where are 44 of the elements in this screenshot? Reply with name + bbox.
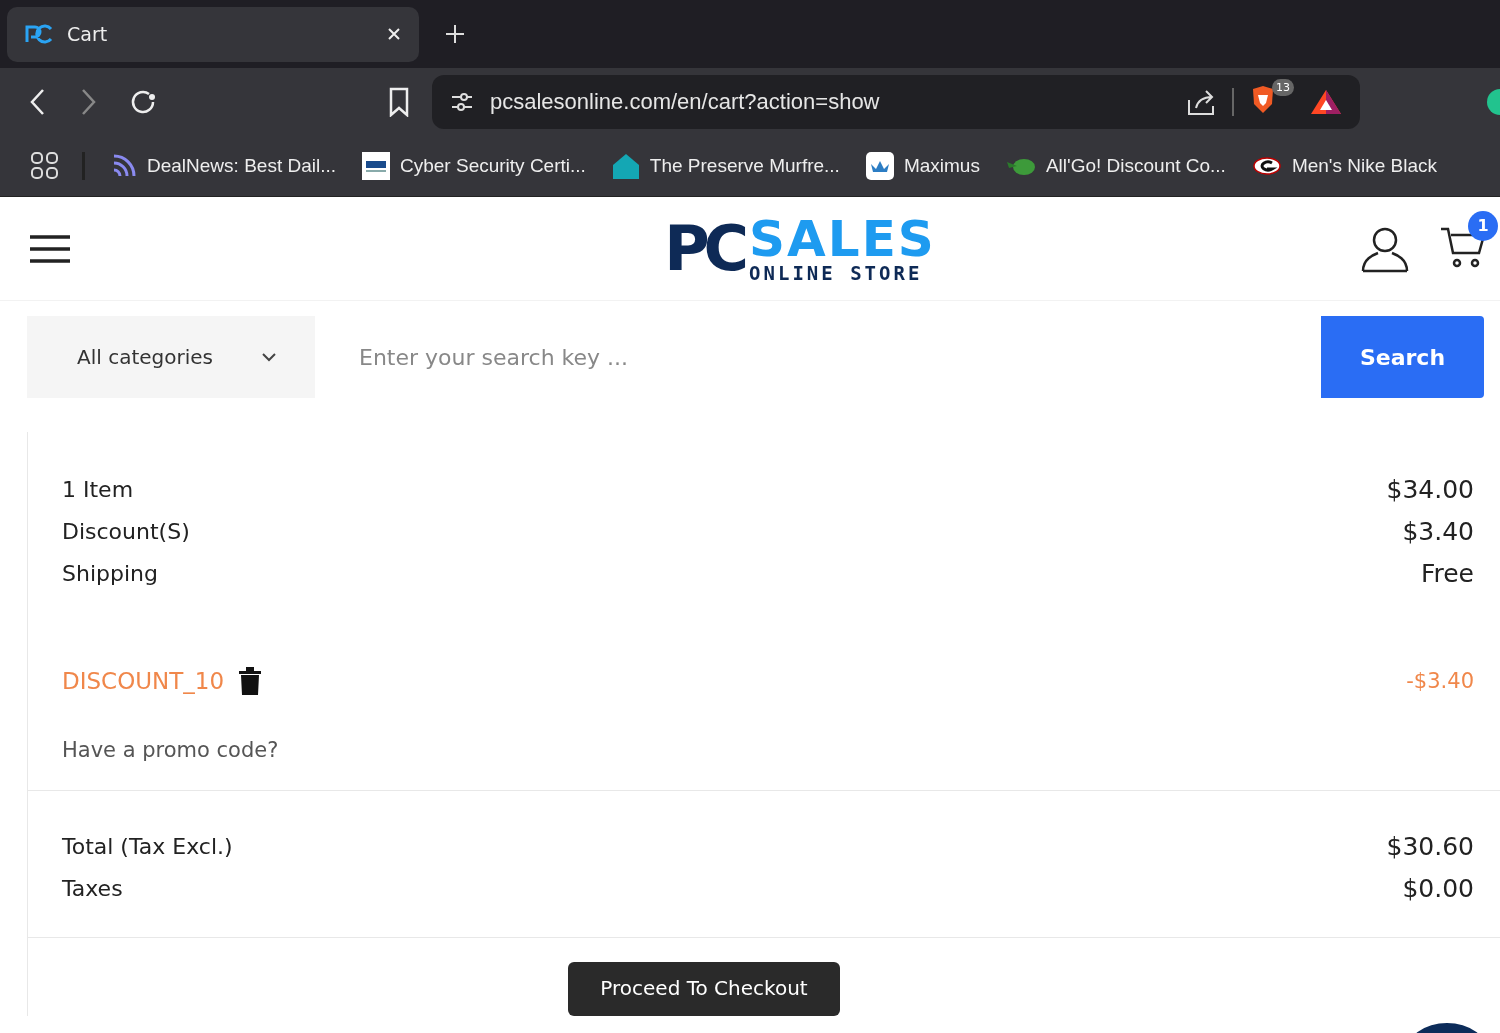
promo-code-link[interactable]: Have a promo code? [28,696,279,762]
summary-value: Free [1420,558,1474,588]
bookmark-item[interactable]: DealNews: Best Dail... [111,152,336,179]
share-icon[interactable] [1186,87,1216,116]
tune-icon[interactable] [450,91,474,112]
logo-icon [25,24,53,44]
total-value: $0.00 [1402,873,1474,903]
category-dropdown[interactable]: All categories [27,316,315,398]
voucher-amount: -$3.40 [1406,669,1474,693]
bookmark-item[interactable]: Maximus [865,151,980,180]
square-logo-icon [362,151,390,180]
house-icon [611,151,640,180]
bookmark-item[interactable]: Cyber Security Certi... [362,151,586,180]
checkout-button[interactable]: Proceed To Checkout [568,962,840,1016]
signal-waves-icon [111,152,137,179]
bookmark-item[interactable]: The Preserve Murfre... [611,151,840,180]
address-bar[interactable]: pcsalesonline.com/en/cart?action=show 13 [432,74,1360,129]
oval-logo-icon [1251,155,1282,176]
search-button[interactable]: Search [1321,316,1484,398]
chevron-down-icon [261,352,277,362]
trash-icon[interactable] [238,666,263,696]
bookmark-item[interactable]: Men's Nike Black [1251,154,1438,177]
summary-label: Shipping [62,560,158,586]
lion-shield-icon[interactable] [1250,84,1276,115]
bookmark-item[interactable]: All'Go! Discount Co... [1005,154,1226,177]
summary-label: 1 Item [62,476,134,502]
url-text: pcsalesonline.com/en/cart?action=show [490,88,880,115]
voucher-code: DISCOUNT_10 [62,668,225,694]
total-label: Total (Tax Excl.) [62,833,233,859]
cart-count-badge: 1 [1468,210,1498,241]
summary-value: $3.40 [1402,516,1474,546]
total-label: Taxes [62,875,123,901]
summary-value: $34.00 [1386,474,1474,504]
tab-title: Cart [67,23,109,45]
apps-grid-icon[interactable] [30,150,60,181]
crown-icon [865,151,894,180]
summary-label: Discount(S) [62,518,190,544]
menu-icon[interactable] [30,233,70,264]
bookmark-icon[interactable] [388,86,410,117]
count-badge: 13 [1272,78,1294,96]
browser-tab[interactable]: Cart [7,6,419,62]
total-value: $30.60 [1386,831,1474,861]
plus-icon[interactable] [445,24,465,44]
close-icon[interactable] [387,27,401,41]
